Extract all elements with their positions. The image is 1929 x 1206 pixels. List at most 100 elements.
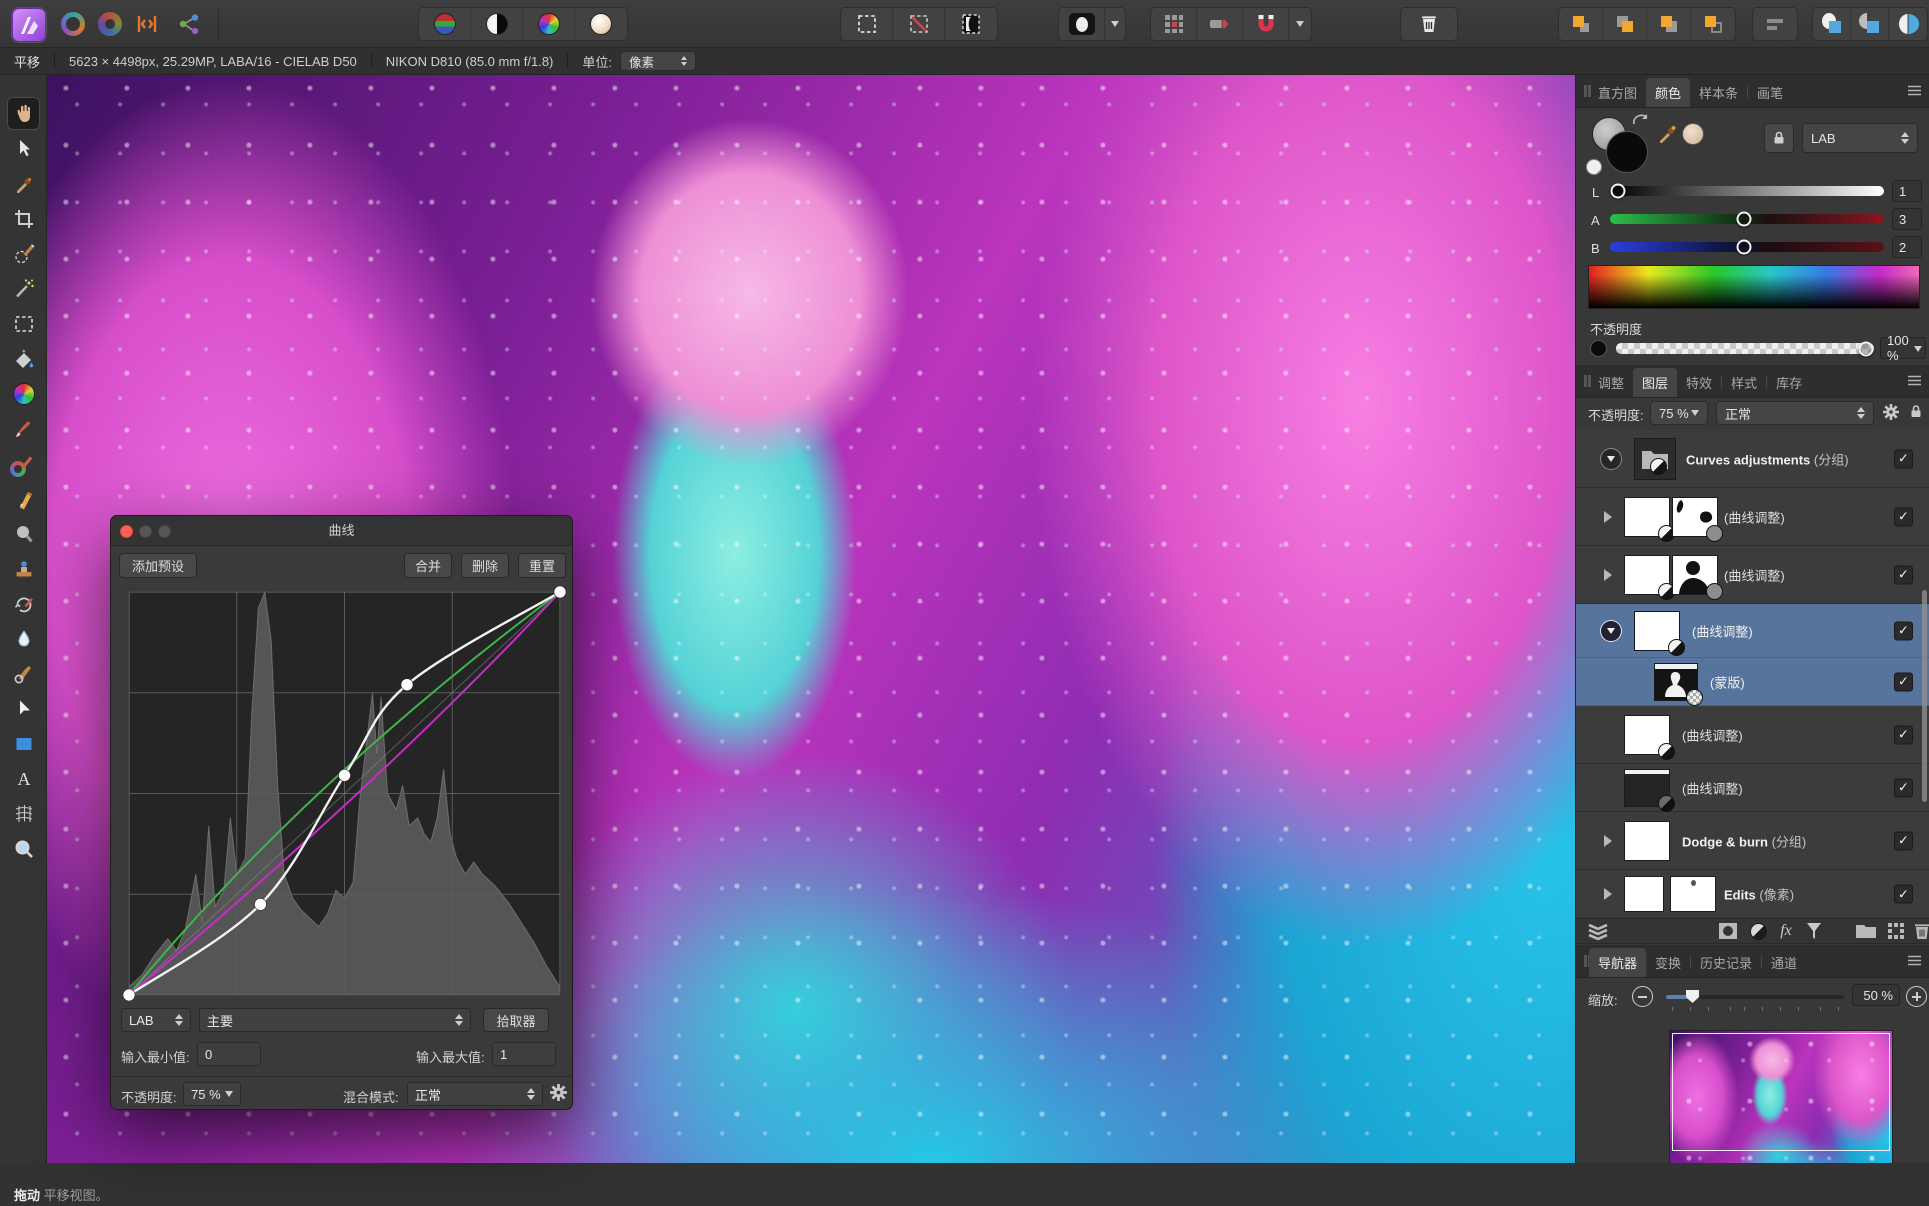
layer-visibility-checkbox[interactable]: ✓ <box>1894 672 1913 691</box>
foreground-colour-swatch[interactable] <box>1606 131 1648 173</box>
tab-history[interactable]: 历史记录 <box>1691 945 1761 977</box>
rectangle-tool[interactable] <box>8 728 39 759</box>
pixel-thumbnail-2[interactable] <box>1670 876 1716 912</box>
curves-dialog[interactable]: 曲线 添加预设 合并 删除 重置 LAB 主要 拾取器 输入最小值: 0 输入最… <box>110 515 573 1110</box>
delete-layer-icon[interactable] <box>1910 919 1929 943</box>
colour-model-select[interactable]: LAB <box>1802 123 1918 153</box>
slider-a-thumb[interactable] <box>1737 212 1752 227</box>
selection-brush-tool[interactable] <box>8 238 39 269</box>
layer-visibility-checkbox[interactable]: ✓ <box>1894 725 1913 744</box>
tab-swatches[interactable]: 样本条 <box>1690 75 1747 107</box>
crop-tool[interactable] <box>8 203 39 234</box>
add-adjustment-icon[interactable] <box>1746 919 1770 943</box>
picker-button[interactable]: 拾取器 <box>483 1008 549 1032</box>
slider-l-value[interactable]: 1 <box>1892 180 1922 202</box>
add-group-icon[interactable] <box>1854 919 1878 943</box>
no-colour-swatch[interactable] <box>1586 159 1602 175</box>
navigator-view-rectangle[interactable] <box>1672 1033 1890 1151</box>
layer-lock-icon[interactable] <box>1908 403 1924 420</box>
auto-colours-icon[interactable] <box>523 8 575 40</box>
group-thumbnail[interactable] <box>1634 438 1676 480</box>
adjustment-thumbnail[interactable] <box>1624 769 1670 807</box>
layer-visibility-checkbox[interactable]: ✓ <box>1894 885 1913 904</box>
flood-select-tool[interactable] <box>8 273 39 304</box>
slider-l[interactable] <box>1610 186 1884 196</box>
tab-layers[interactable]: 图层 <box>1633 368 1677 397</box>
navigator-thumbnail[interactable] <box>1669 1030 1893 1178</box>
expand-icon[interactable] <box>1604 888 1612 900</box>
input-max-field[interactable]: 1 <box>492 1042 556 1066</box>
zoom-out-icon[interactable] <box>1632 986 1653 1007</box>
layer-visibility-checkbox[interactable]: ✓ <box>1894 507 1913 526</box>
layer-row-curves-2[interactable]: (曲线调整) ✓ <box>1576 546 1929 604</box>
export-persona-icon[interactable] <box>176 11 202 37</box>
colour-opacity-thumb[interactable] <box>1859 341 1874 356</box>
layer-visibility-checkbox[interactable]: ✓ <box>1894 831 1913 850</box>
tab-stock[interactable]: 库存 <box>1767 365 1811 397</box>
layer-effects-icon[interactable]: fx <box>1774 919 1798 943</box>
colour-opacity-slider[interactable] <box>1616 343 1874 354</box>
zoom-value[interactable]: 50 % <box>1852 984 1900 1006</box>
layer-row-curves-3[interactable]: (曲线调整) ✓ <box>1576 706 1929 764</box>
dialog-opacity-select[interactable]: 75 % <box>183 1082 241 1106</box>
colour-spectrum[interactable] <box>1588 265 1920 309</box>
add-mask-icon[interactable] <box>1716 919 1740 943</box>
expand-icon[interactable] <box>1604 511 1612 523</box>
swap-colours-icon[interactable] <box>1632 113 1650 127</box>
invert-selection-icon[interactable] <box>945 8 997 40</box>
layer-row-edits[interactable]: Edits (像素) ✓ <box>1576 870 1929 918</box>
panel-grip[interactable] <box>1584 955 1587 967</box>
layer-row-curves-4[interactable]: (曲线调整) ✓ <box>1576 764 1929 812</box>
curves-channel-select[interactable]: 主要 <box>199 1008 471 1032</box>
tab-colour[interactable]: 颜色 <box>1646 78 1690 107</box>
tab-histogram[interactable]: 直方图 <box>1589 75 1646 107</box>
layer-row-curves-selected[interactable]: (曲线调整) ✓ <box>1576 604 1929 658</box>
flood-fill-tool[interactable] <box>8 343 39 374</box>
curves-graph[interactable] <box>128 591 561 996</box>
dialog-titlebar[interactable]: 曲线 <box>111 516 572 546</box>
layer-row-curves-group[interactable]: Curves adjustments (分组) ✓ <box>1576 430 1929 488</box>
blend-mode-select[interactable]: 正常 <box>1716 401 1874 425</box>
adjustment-thumbnail[interactable] <box>1624 497 1670 537</box>
delete-button[interactable] <box>1400 7 1458 41</box>
move-to-front-icon[interactable] <box>1559 8 1603 40</box>
panel-menu-icon[interactable] <box>1907 375 1922 397</box>
mesh-warp-tool[interactable] <box>8 798 39 829</box>
opacity-dropdown-icon[interactable] <box>1914 346 1922 352</box>
unit-select[interactable]: 像素 <box>620 51 696 71</box>
tab-transform[interactable]: 变换 <box>1646 945 1690 977</box>
layer-visibility-checkbox[interactable]: ✓ <box>1894 621 1913 640</box>
dialog-gear-icon[interactable] <box>549 1083 568 1102</box>
dodge-brush-tool[interactable] <box>8 518 39 549</box>
selection-marquee-icon[interactable] <box>841 8 893 40</box>
zoom-slider-thumb[interactable] <box>1686 990 1699 1003</box>
move-by-whole-pixels-icon[interactable] <box>1197 8 1243 40</box>
photo-persona-icon[interactable] <box>12 8 46 42</box>
close-icon[interactable] <box>120 525 133 538</box>
slider-a-value[interactable]: 3 <box>1892 208 1922 230</box>
liquify-persona-icon[interactable] <box>97 11 123 37</box>
colour-picker-icon[interactable] <box>1656 119 1680 145</box>
pixel-tool[interactable] <box>8 483 39 514</box>
tone-mapping-persona-icon[interactable] <box>134 11 160 37</box>
blur-brush-tool[interactable] <box>8 623 39 654</box>
dialog-blend-select[interactable]: 正常 <box>407 1082 543 1106</box>
slider-b-value[interactable]: 2 <box>1892 236 1922 258</box>
delete-button[interactable]: 删除 <box>461 553 509 578</box>
tab-adjustment[interactable]: 调整 <box>1589 365 1633 397</box>
picked-colour-swatch[interactable] <box>1682 123 1704 145</box>
layer-row-mask-child[interactable]: (蒙版) ✓ <box>1576 658 1929 706</box>
zoom-tool[interactable] <box>8 833 39 864</box>
smudge-brush-tool[interactable] <box>8 658 39 689</box>
panel-menu-icon[interactable] <box>1907 85 1922 107</box>
view-tool[interactable] <box>8 98 39 129</box>
tab-styles[interactable]: 样式 <box>1722 365 1766 397</box>
move-to-back-icon[interactable] <box>1691 8 1735 40</box>
auto-levels-icon[interactable] <box>419 8 471 40</box>
colour-lock-button[interactable] <box>1764 123 1794 153</box>
add-preset-button[interactable]: 添加预设 <box>119 553 197 578</box>
input-min-field[interactable]: 0 <box>197 1042 261 1066</box>
mask-thumbnail[interactable] <box>1672 555 1718 595</box>
merge-button[interactable]: 合并 <box>404 553 452 578</box>
slider-b-thumb[interactable] <box>1737 240 1752 255</box>
